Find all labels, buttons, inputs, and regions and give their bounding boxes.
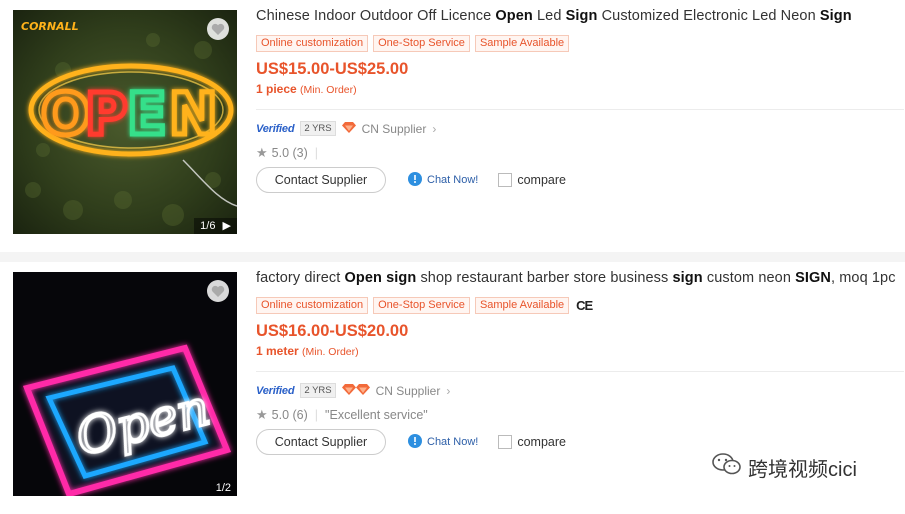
svg-text:O: O xyxy=(41,80,90,148)
service-tags: Online customization One-Stop Service Sa… xyxy=(256,35,570,52)
title-text: Customized Electronic Led Neon xyxy=(597,8,820,24)
wechat-icon xyxy=(712,452,742,482)
svg-text:N: N xyxy=(169,80,218,148)
tag-online-customization: Online customization xyxy=(256,297,369,314)
chevron-right-icon: › xyxy=(432,121,437,136)
tag-online-customization: Online customization xyxy=(256,35,369,52)
product-title[interactable]: Chinese Indoor Outdoor Off Licence Open … xyxy=(256,8,852,24)
product-card[interactable]: O P E N CORNALL 1/6 ▶ Chinese Indoor Out… xyxy=(0,0,905,252)
compare-toggle[interactable]: compare xyxy=(498,435,566,449)
divider-line xyxy=(256,109,904,110)
title-text: custom neon xyxy=(702,270,796,286)
min-order: 1 meter (Min. Order) xyxy=(256,344,359,358)
play-icon: ▶ xyxy=(222,220,231,232)
service-tags: Online customization One-Stop Service Sa… xyxy=(256,297,593,314)
title-text: factory direct xyxy=(256,270,345,286)
min-order: 1 piece (Min. Order) xyxy=(256,82,357,96)
supplier-country-link[interactable]: CN Supplier xyxy=(362,122,427,136)
product-actions: Contact Supplier Chat Now! compare xyxy=(256,167,566,193)
supplier-country-link[interactable]: CN Supplier xyxy=(376,384,441,398)
title-text: Chinese Indoor Outdoor Off Licence xyxy=(256,8,496,24)
chat-now-link[interactable]: Chat Now! xyxy=(407,433,478,452)
product-title[interactable]: factory direct Open sign shop restaurant… xyxy=(256,270,896,286)
neon-open-sign-image: Open xyxy=(13,272,237,496)
verified-badge: Verified xyxy=(256,122,295,135)
title-keyword: sign xyxy=(672,270,703,286)
star-icon: ★ xyxy=(256,407,268,422)
card-divider xyxy=(0,252,905,262)
chevron-right-icon: › xyxy=(446,383,451,398)
image-counter[interactable]: 1/2 xyxy=(209,480,237,496)
title-text: Led xyxy=(532,8,566,24)
tag-sample-available: Sample Available xyxy=(474,297,570,314)
chat-bubble-icon xyxy=(407,433,423,452)
brand-logo: CORNALL xyxy=(21,20,79,33)
rating-separator: | xyxy=(314,408,319,422)
svg-text:E: E xyxy=(127,80,167,148)
contact-supplier-button[interactable]: Contact Supplier xyxy=(256,167,386,193)
title-keyword: Sign xyxy=(565,8,598,24)
star-icon: ★ xyxy=(256,145,268,160)
price-range: US$15.00-US$25.00 xyxy=(256,60,409,78)
favorite-heart-icon[interactable] xyxy=(207,280,229,302)
diamond-icon xyxy=(341,121,356,136)
watermark: 跨境视频cici xyxy=(712,452,857,482)
product-image[interactable]: O P E N CORNALL 1/6 ▶ xyxy=(13,10,237,234)
chat-bubble-icon xyxy=(407,171,423,190)
supplier-info: Verified 2 YRS CN Supplier › xyxy=(256,121,436,136)
tag-one-stop-service: One-Stop Service xyxy=(373,35,470,52)
title-keyword: SIGN xyxy=(795,270,831,286)
tag-one-stop-service: One-Stop Service xyxy=(373,297,470,314)
rating-separator: | xyxy=(314,146,319,160)
ce-mark: CE xyxy=(576,298,593,313)
divider-line xyxy=(256,371,904,372)
favorite-heart-icon[interactable] xyxy=(207,18,229,40)
title-text: , moq 1pc xyxy=(830,270,896,286)
title-keyword: Sign xyxy=(819,8,852,24)
compare-checkbox[interactable] xyxy=(498,173,513,187)
rating: ★ 5.0 (6) | "Excellent service" xyxy=(256,407,428,422)
rating: ★ 5.0 (3) | xyxy=(256,145,319,160)
svg-text:P: P xyxy=(85,80,128,148)
price-range: US$16.00-US$20.00 xyxy=(256,322,409,340)
title-keyword: Open xyxy=(495,8,533,24)
contact-supplier-button[interactable]: Contact Supplier xyxy=(256,429,386,455)
compare-toggle[interactable]: compare xyxy=(498,173,566,187)
review-quote: "Excellent service" xyxy=(325,408,428,422)
product-actions: Contact Supplier Chat Now! compare xyxy=(256,429,566,455)
years-badge: 2 YRS xyxy=(300,383,336,398)
product-image[interactable]: Open 1/2 xyxy=(13,272,237,496)
compare-checkbox[interactable] xyxy=(498,435,513,449)
title-text: shop restaurant barber store business xyxy=(416,270,673,286)
neon-open-sign-image: O P E N CORNALL xyxy=(13,10,237,234)
image-counter[interactable]: 1/6 ▶ xyxy=(194,218,237,234)
verified-badge: Verified xyxy=(256,384,295,397)
tag-sample-available: Sample Available xyxy=(474,35,570,52)
title-keyword: Open sign xyxy=(344,270,417,286)
years-badge: 2 YRS xyxy=(300,121,336,136)
diamond-icon xyxy=(341,383,370,398)
chat-now-link[interactable]: Chat Now! xyxy=(407,171,478,190)
supplier-info: Verified 2 YRS CN Supplier › xyxy=(256,383,450,398)
